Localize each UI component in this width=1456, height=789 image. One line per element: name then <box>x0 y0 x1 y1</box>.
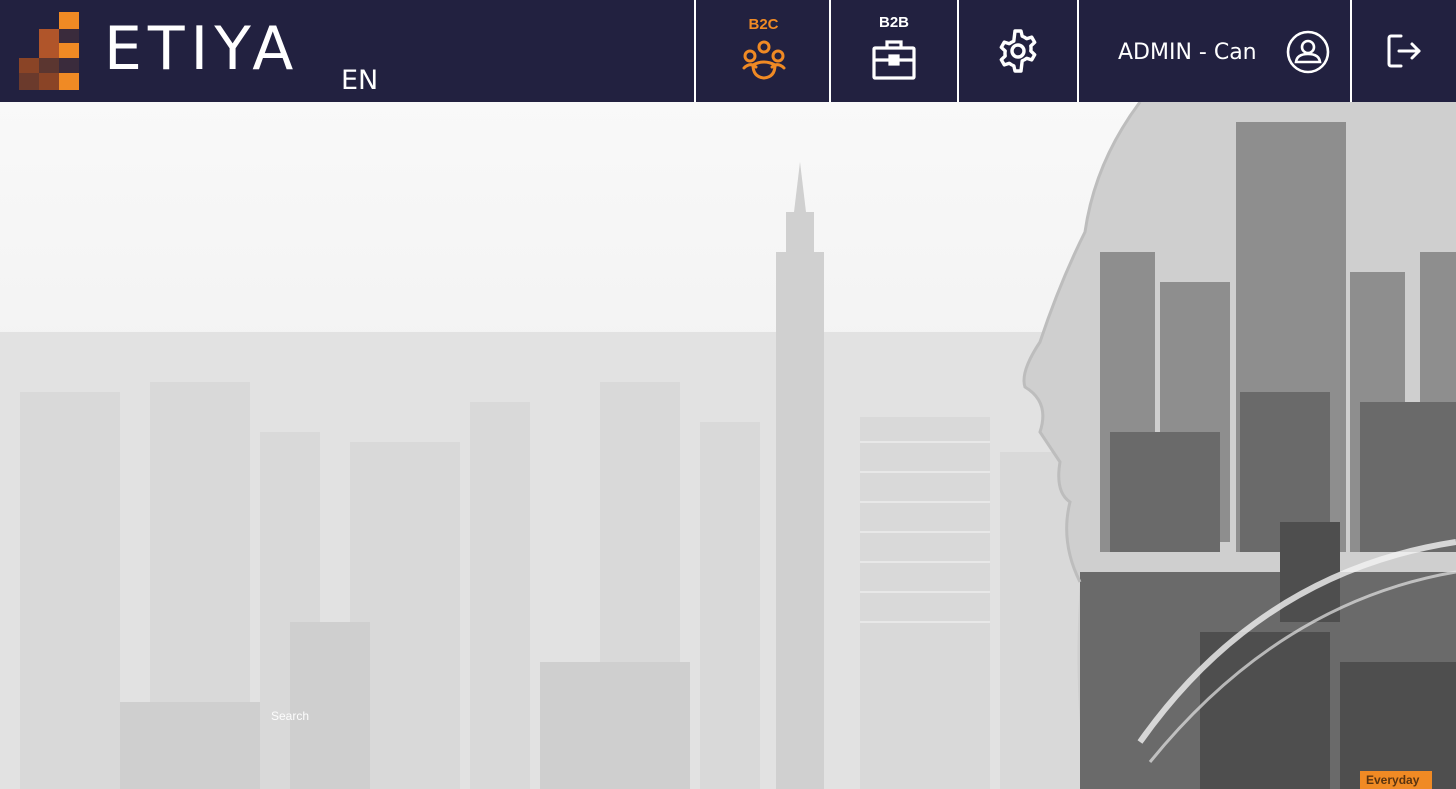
customers-group-icon <box>742 40 785 80</box>
tab-b2c[interactable]: B2C <box>697 0 830 102</box>
briefcase-icon <box>872 40 916 80</box>
logout-icon <box>1387 34 1421 68</box>
header-divider <box>694 0 696 102</box>
tab-b2c-label: B2C <box>748 16 779 33</box>
language-selector[interactable]: EN <box>341 64 378 98</box>
settings-button[interactable] <box>959 0 1077 102</box>
tab-b2b[interactable]: B2B <box>831 0 957 102</box>
brand-name: ETIYA <box>104 14 300 84</box>
logout-button[interactable] <box>1352 0 1456 102</box>
search-label[interactable]: Search <box>271 708 309 724</box>
user-name: ADMIN - Can <box>1118 40 1257 65</box>
user-menu[interactable]: ADMIN - Can <box>1079 0 1350 102</box>
tab-b2b-label: B2B <box>878 14 909 31</box>
everyday-badge: Everyday <box>1360 771 1432 789</box>
gear-icon <box>999 29 1037 73</box>
etiya-logo-icon <box>19 12 79 90</box>
top-header: ETIYA EN B2C B2B ADMIN - Can <box>0 0 1456 102</box>
hero-background-image: Search Everyday <box>0 102 1456 789</box>
user-avatar-icon <box>1286 30 1330 74</box>
